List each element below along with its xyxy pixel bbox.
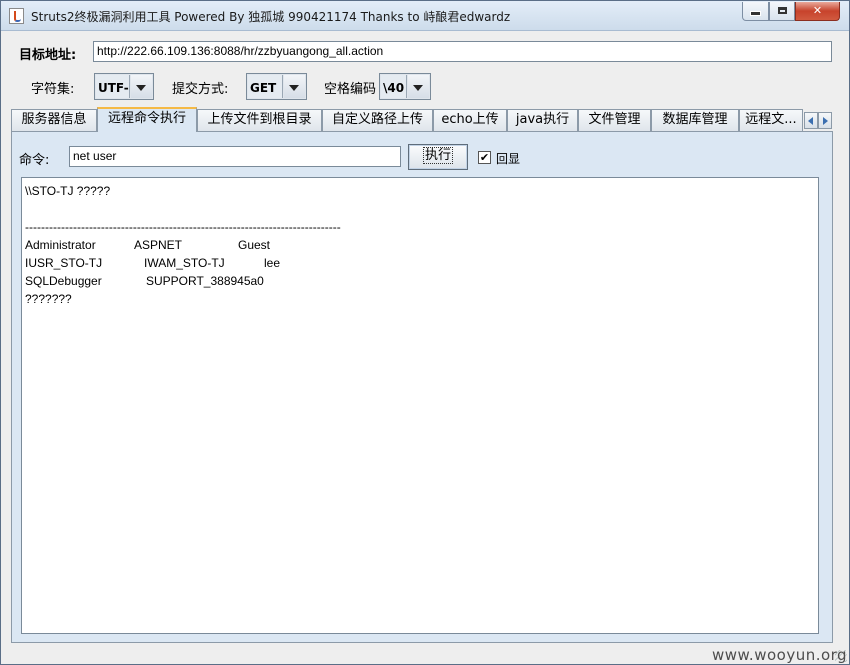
java-app-icon bbox=[9, 8, 24, 24]
close-button[interactable]: ✕ bbox=[795, 2, 840, 21]
target-url-label: 目标地址: bbox=[19, 48, 77, 63]
charset-value: UTF-8 bbox=[96, 75, 130, 98]
tab-strip: 服务器信息 远程命令执行 上传文件到根目录 自定义路径上传 echo上传 jav… bbox=[11, 107, 833, 132]
tab-scroll-left-icon[interactable] bbox=[804, 112, 818, 129]
tab-file-manager[interactable]: 文件管理 bbox=[578, 109, 651, 131]
tab-upload-root[interactable]: 上传文件到根目录 bbox=[197, 109, 322, 131]
watermark: www.wooyun.org bbox=[712, 646, 848, 664]
echo-checkbox[interactable]: ✔ bbox=[478, 151, 491, 164]
window-title: Struts2终极漏洞利用工具 Powered By 独孤城 990421174… bbox=[31, 10, 511, 24]
method-select[interactable]: GET bbox=[246, 73, 307, 100]
echo-label: 回显 bbox=[496, 152, 521, 166]
tab-remote-file[interactable]: 远程文... bbox=[739, 109, 803, 131]
chevron-down-icon[interactable] bbox=[131, 75, 152, 98]
output-row: Administrator ASPNET Guest bbox=[25, 236, 425, 254]
title-bar[interactable]: Struts2终极漏洞利用工具 Powered By 独孤城 990421174… bbox=[1, 1, 849, 31]
tab-server-info[interactable]: 服务器信息 bbox=[11, 109, 97, 131]
tab-remote-command[interactable]: 远程命令执行 bbox=[97, 107, 197, 132]
tab-echo-upload[interactable]: echo上传 bbox=[433, 109, 507, 131]
output-cell: ASPNET bbox=[134, 238, 183, 252]
tab-scroll-right-icon[interactable] bbox=[818, 112, 832, 129]
execute-button[interactable]: 执行 bbox=[408, 144, 468, 170]
method-label: 提交方式: bbox=[172, 82, 229, 97]
maximize-button[interactable] bbox=[769, 2, 795, 21]
output-cell: Guest bbox=[238, 238, 271, 252]
output-cell: IWAM_STO-TJ bbox=[144, 256, 225, 270]
execute-button-label: 执行 bbox=[422, 147, 453, 164]
output-cell: SUPPORT_388945a0 bbox=[146, 274, 264, 288]
output-header: \\STO-TJ ????? bbox=[25, 184, 111, 198]
method-value: GET bbox=[248, 75, 283, 98]
charset-label: 字符集: bbox=[31, 82, 75, 97]
space-encoding-select[interactable]: \40 bbox=[379, 73, 431, 100]
command-label: 命令: bbox=[19, 153, 50, 168]
chevron-down-icon[interactable] bbox=[408, 75, 429, 98]
output-separator: ----------------------------------------… bbox=[25, 220, 341, 234]
output-footer: ??????? bbox=[25, 292, 72, 306]
chevron-down-icon[interactable] bbox=[284, 75, 305, 98]
tab-database-manager[interactable]: 数据库管理 bbox=[651, 109, 739, 131]
output-row: IUSR_STO-TJ IWAM_STO-TJ lee bbox=[25, 254, 425, 272]
output-cell: IUSR_STO-TJ bbox=[25, 256, 103, 270]
output-row: SQLDebugger SUPPORT_388945a0 bbox=[25, 272, 425, 290]
space-encoding-value: \40 bbox=[381, 75, 407, 98]
target-url-input[interactable]: http://222.66.109.136:8088/hr/zzbyuangon… bbox=[93, 41, 832, 62]
tab-custom-path-upload[interactable]: 自定义路径上传 bbox=[322, 109, 433, 131]
command-input[interactable]: net user bbox=[69, 146, 401, 167]
command-output-area[interactable]: \\STO-TJ ????? -------------------------… bbox=[21, 177, 819, 634]
output-cell: SQLDebugger bbox=[25, 274, 102, 288]
maximize-icon bbox=[777, 7, 787, 14]
minimize-icon bbox=[750, 11, 761, 16]
minimize-button[interactable] bbox=[742, 2, 769, 21]
charset-select[interactable]: UTF-8 bbox=[94, 73, 154, 100]
space-encoding-label: 空格编码 bbox=[324, 82, 377, 97]
tab-java-exec[interactable]: java执行 bbox=[507, 109, 578, 131]
app-window: Struts2终极漏洞利用工具 Powered By 独孤城 990421174… bbox=[0, 0, 850, 665]
output-cell: lee bbox=[264, 256, 281, 270]
close-icon: ✕ bbox=[812, 4, 823, 17]
output-cell: Administrator bbox=[25, 238, 96, 252]
